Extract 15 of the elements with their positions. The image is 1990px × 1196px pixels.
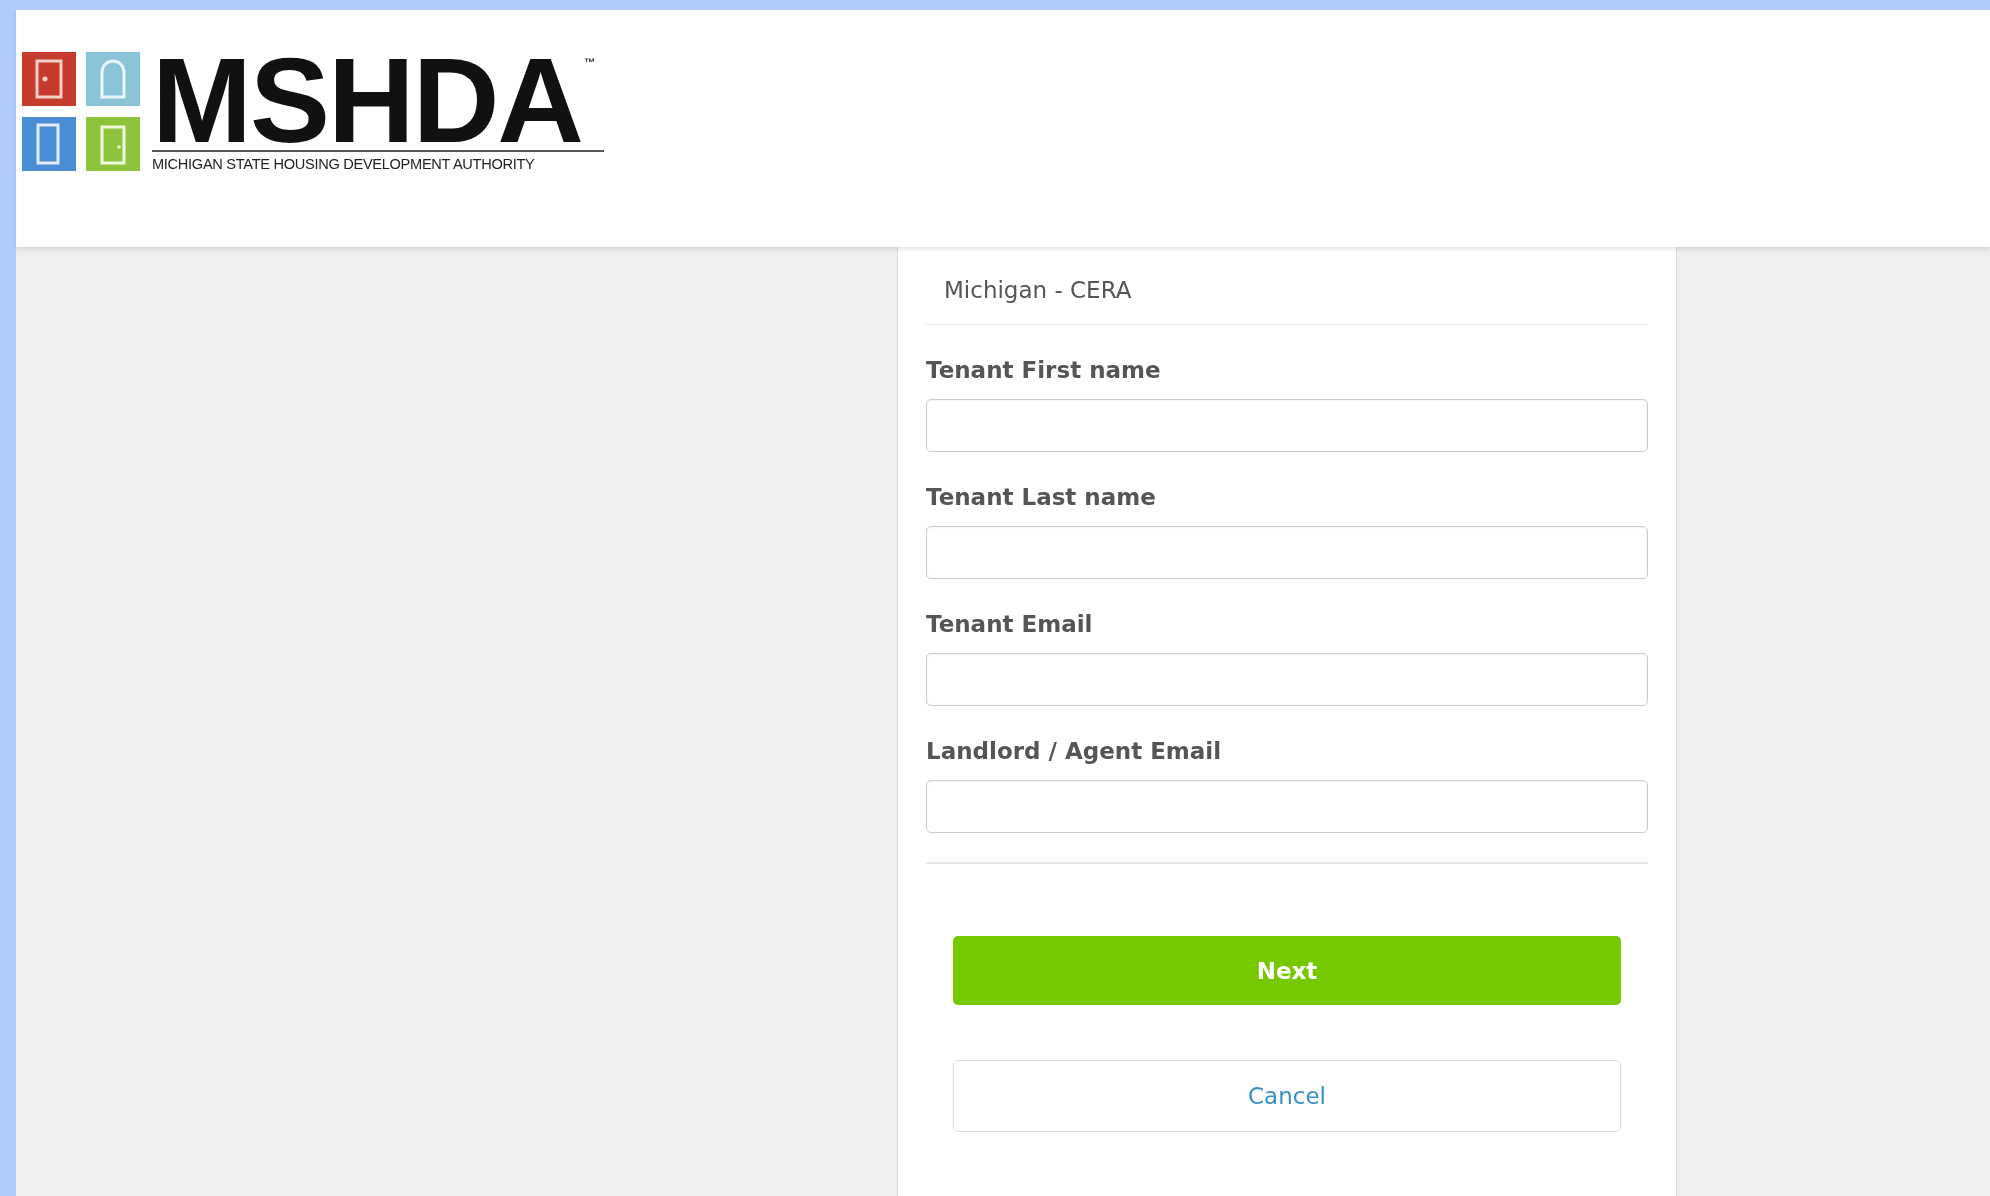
cancel-button[interactable]: Cancel xyxy=(953,1060,1621,1132)
trademark-sign: ™ xyxy=(584,56,595,68)
logo-wordmark: MSHDA xyxy=(152,52,582,148)
input-field[interactable] xyxy=(926,526,1648,579)
next-button[interactable]: Next xyxy=(953,936,1621,1005)
input-field[interactable] xyxy=(926,399,1648,452)
input-field[interactable] xyxy=(926,780,1648,833)
field-label: Tenant First name xyxy=(926,356,1162,385)
logo-subtitle: MICHIGAN STATE HOUSING DEVELOPMENT AUTHORITY xyxy=(152,150,604,172)
field-label: Tenant Last name xyxy=(926,483,1157,512)
field-label: Tenant Email xyxy=(926,610,1094,639)
door-tiles-icon xyxy=(22,52,142,172)
field-label: Landlord / Agent Email xyxy=(926,737,1223,766)
input-field[interactable] xyxy=(926,653,1648,706)
form-title: Michigan - CERA xyxy=(944,277,1132,303)
